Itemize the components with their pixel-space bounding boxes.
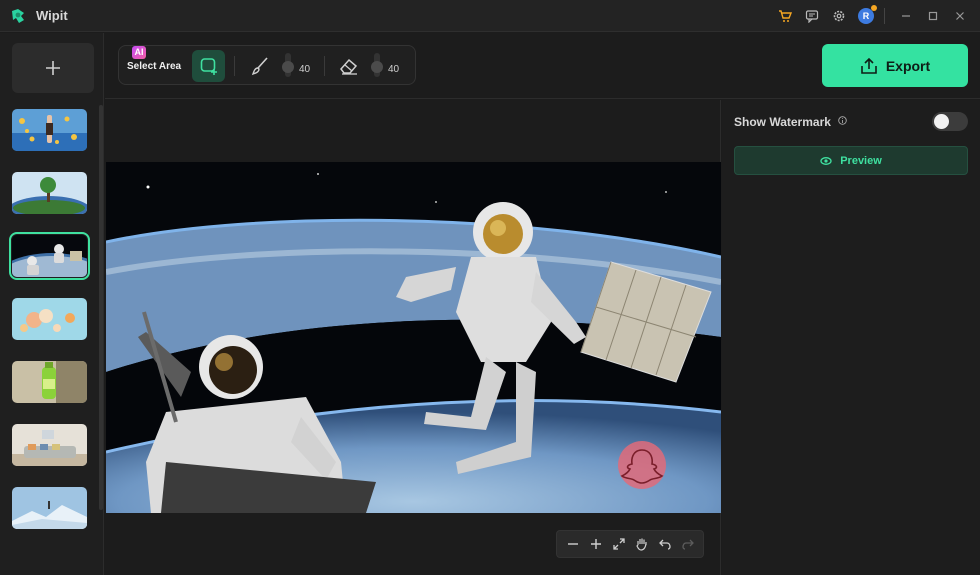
toolbar: AI Select Area 40 40 Export (105, 33, 980, 99)
undo-icon[interactable] (656, 535, 674, 553)
settings-panel: Show Watermark Preview (722, 100, 980, 575)
info-icon[interactable] (838, 112, 847, 125)
add-image-button[interactable] (12, 43, 94, 93)
watermark-label: Show Watermark (734, 115, 831, 129)
hand-icon[interactable] (633, 535, 651, 553)
tool-group: AI Select Area 40 40 (118, 45, 416, 85)
zoom-out-icon[interactable] (564, 535, 582, 553)
select-area-icon (200, 58, 217, 75)
thumb-green-bottle[interactable] (12, 361, 87, 403)
titlebar-divider (884, 8, 885, 24)
avatar: R (858, 5, 877, 24)
brush-tool-button[interactable] (249, 55, 271, 77)
eraser-icon (340, 58, 358, 75)
eraser-size-value: 40 (388, 64, 400, 75)
preview-label: Preview (840, 154, 882, 167)
export-icon (861, 57, 877, 74)
thumb-living-room[interactable] (12, 424, 87, 466)
thumb-ice-cream[interactable] (12, 298, 87, 340)
canvas-area (105, 100, 721, 575)
app-window: Wipit R AI Select Area 40 40 Export Show… (0, 0, 980, 575)
eye-icon (820, 156, 832, 165)
avatar-initial: R (862, 11, 870, 21)
eraser-size-slider[interactable] (371, 53, 383, 77)
zoom-in-icon[interactable] (587, 535, 605, 553)
eraser-tool-button[interactable] (338, 55, 360, 77)
tool-divider (234, 56, 235, 76)
preview-button[interactable]: Preview (734, 146, 968, 175)
thumbnail-rail (0, 33, 104, 575)
export-button[interactable]: Export (822, 44, 968, 87)
tool-divider (324, 56, 325, 76)
select-area-button[interactable] (192, 50, 225, 82)
ai-badge: AI (132, 46, 146, 59)
settings-icon[interactable] (827, 4, 851, 28)
zoom-toolbar (556, 530, 704, 558)
toggle-knob (934, 114, 949, 129)
thumb-planet-tree[interactable] (12, 172, 87, 214)
brush-icon (251, 57, 268, 76)
rail-scrollbar[interactable] (99, 105, 103, 510)
thumb-astronauts[interactable] (9, 232, 90, 280)
minimize-icon[interactable] (894, 4, 918, 28)
watermark-toggle[interactable] (932, 112, 968, 131)
thumb-stars-woman[interactable] (12, 109, 87, 151)
plus-icon (46, 61, 60, 75)
brush-size-slider[interactable] (282, 53, 294, 77)
redo-icon[interactable] (679, 535, 697, 553)
fit-screen-icon[interactable] (610, 535, 628, 553)
maximize-icon[interactable] (921, 4, 945, 28)
user-avatar-button[interactable]: R (854, 4, 878, 28)
close-icon[interactable] (948, 4, 972, 28)
cart-icon[interactable] (773, 4, 797, 28)
notification-dot (871, 5, 877, 11)
main-image[interactable] (106, 162, 721, 513)
app-title: Wipit (36, 8, 68, 23)
thumb-snow-mountain[interactable] (12, 487, 87, 529)
title-bar: Wipit R (0, 0, 980, 32)
select-area-label: Select Area (127, 61, 182, 72)
brush-size-value: 40 (299, 64, 311, 75)
export-label: Export (885, 57, 931, 74)
app-logo-icon (10, 8, 26, 24)
feedback-icon[interactable] (800, 4, 824, 28)
